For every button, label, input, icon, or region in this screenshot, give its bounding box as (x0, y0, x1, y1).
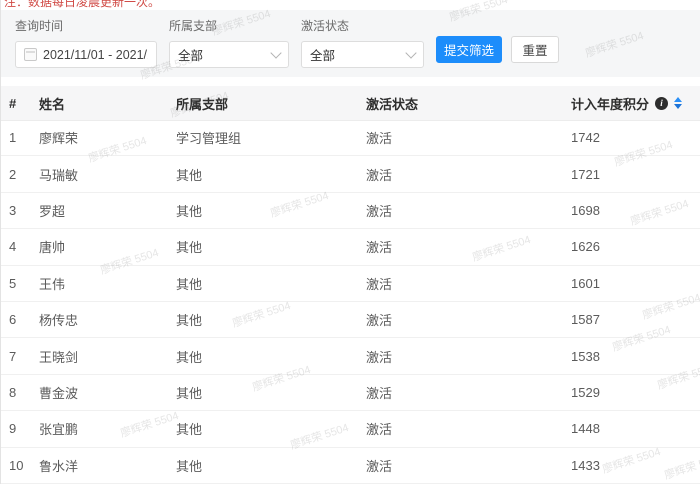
table-row: 7 王晓剑 其他 激活 1538 (1, 338, 700, 374)
cell-rank: 5 (9, 276, 39, 291)
col-branch: 所属支部 (176, 94, 366, 113)
info-icon[interactable]: i (655, 97, 668, 110)
cell-points: 1721 (571, 167, 692, 182)
date-range-input[interactable] (15, 41, 157, 68)
sort-desc-icon[interactable] (674, 104, 682, 109)
cell-name: 张宜鹏 (39, 419, 176, 438)
cell-points: 1698 (571, 203, 692, 218)
cell-status: 激活 (366, 419, 571, 438)
col-rank: # (9, 96, 39, 111)
filter-panel: 查询时间 所属支部 全部 激活状态 全部 提交筛选 重置 (1, 10, 700, 77)
status-select[interactable]: 全部 (301, 41, 424, 68)
table-body: 1 廖辉荣 学习管理组 激活 1742 2 马瑞敏 其他 激活 1721 3 罗… (1, 120, 700, 484)
cell-rank: 2 (9, 167, 39, 182)
cell-status: 激活 (366, 165, 571, 184)
cell-rank: 9 (9, 421, 39, 436)
cell-rank: 3 (9, 203, 39, 218)
cell-rank: 8 (9, 385, 39, 400)
chevron-down-icon (405, 47, 416, 58)
cell-branch: 其他 (176, 165, 366, 184)
status-label: 激活状态 (301, 17, 424, 34)
cell-points: 1742 (571, 130, 692, 145)
col-name: 姓名 (39, 94, 176, 113)
cell-status: 激活 (366, 310, 571, 329)
cell-branch: 其他 (176, 237, 366, 256)
cell-status: 激活 (366, 274, 571, 293)
cell-name: 唐帅 (39, 237, 176, 256)
col-points: 计入年度积分 i (571, 94, 692, 113)
cell-branch: 其他 (176, 347, 366, 366)
cell-points: 1529 (571, 385, 692, 400)
sort-carets-icon[interactable] (674, 97, 682, 109)
cell-status: 激活 (366, 383, 571, 402)
cell-status: 激活 (366, 237, 571, 256)
cell-branch: 其他 (176, 419, 366, 438)
branch-select[interactable]: 全部 (169, 41, 289, 68)
table-row: 1 廖辉荣 学习管理组 激活 1742 (1, 120, 700, 156)
cell-name: 罗超 (39, 201, 176, 220)
cell-rank: 10 (9, 458, 39, 473)
cell-name: 廖辉荣 (39, 128, 176, 147)
cell-points: 1587 (571, 312, 692, 327)
col-status: 激活状态 (366, 94, 571, 113)
query-time-label: 查询时间 (15, 17, 157, 34)
table-row: 3 罗超 其他 激活 1698 (1, 193, 700, 229)
top-red-note: 注：数据每日凌晨更新一次。 (4, 0, 160, 10)
table-row: 8 曹金波 其他 激活 1529 (1, 375, 700, 411)
calendar-icon (24, 48, 37, 61)
cell-rank: 1 (9, 130, 39, 145)
branch-label: 所属支部 (169, 17, 289, 34)
cell-status: 激活 (366, 456, 571, 475)
cell-name: 曹金波 (39, 383, 176, 402)
cell-name: 杨传忠 (39, 310, 176, 329)
cell-name: 王伟 (39, 274, 176, 293)
cell-status: 激活 (366, 201, 571, 220)
cell-points: 1448 (571, 421, 692, 436)
table-header: # 姓名 所属支部 激活状态 计入年度积分 i (1, 86, 700, 121)
cell-points: 1433 (571, 458, 692, 473)
cell-rank: 6 (9, 312, 39, 327)
table-row: 4 唐帅 其他 激活 1626 (1, 229, 700, 265)
reset-button[interactable]: 重置 (511, 36, 559, 63)
table-row: 5 王伟 其他 激活 1601 (1, 266, 700, 302)
cell-branch: 其他 (176, 310, 366, 329)
cell-points: 1601 (571, 276, 692, 291)
cell-branch: 其他 (176, 201, 366, 220)
branch-select-value: 全部 (178, 45, 203, 64)
points-ranking-page: 廖辉荣 5504廖辉荣 5504廖辉荣 5504廖辉荣 5504廖辉荣 5504… (0, 0, 700, 484)
cell-branch: 其他 (176, 274, 366, 293)
cell-rank: 4 (9, 239, 39, 254)
table-row: 10 鲁水洋 其他 激活 1433 (1, 448, 700, 484)
cell-name: 马瑞敏 (39, 165, 176, 184)
cell-rank: 7 (9, 349, 39, 364)
cell-status: 激活 (366, 347, 571, 366)
cell-name: 王晓剑 (39, 347, 176, 366)
table-row: 9 张宜鹏 其他 激活 1448 (1, 411, 700, 447)
query-time-group: 查询时间 (15, 17, 157, 68)
status-group: 激活状态 全部 (301, 17, 424, 68)
chevron-down-icon (270, 47, 281, 58)
status-select-value: 全部 (310, 45, 335, 64)
table-row: 6 杨传忠 其他 激活 1587 (1, 302, 700, 338)
submit-filter-button[interactable]: 提交筛选 (436, 36, 502, 63)
cell-points: 1538 (571, 349, 692, 364)
col-points-label: 计入年度积分 (571, 94, 649, 113)
cell-branch: 其他 (176, 456, 366, 475)
cell-name: 鲁水洋 (39, 456, 176, 475)
cell-points: 1626 (571, 239, 692, 254)
cell-status: 激活 (366, 128, 571, 147)
branch-group: 所属支部 全部 (169, 17, 289, 68)
cell-branch: 其他 (176, 383, 366, 402)
cell-branch: 学习管理组 (176, 128, 366, 147)
table-row: 2 马瑞敏 其他 激活 1721 (1, 156, 700, 192)
sort-asc-icon[interactable] (674, 97, 682, 102)
date-range-value[interactable] (43, 48, 148, 62)
